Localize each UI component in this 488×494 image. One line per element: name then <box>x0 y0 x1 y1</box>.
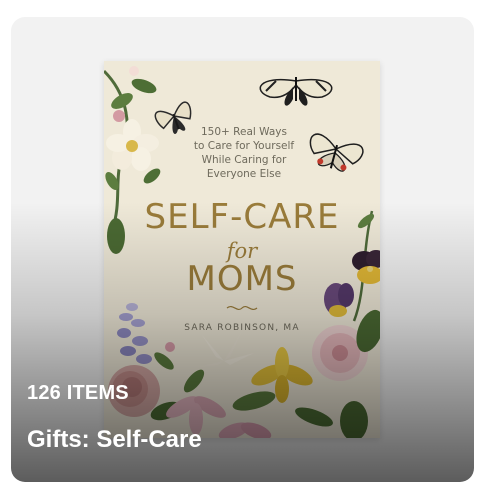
item-count-label: 126 ITEMS <box>27 382 129 404</box>
category-title[interactable]: Gifts: Self-Care <box>27 426 202 454</box>
book-cover-image: 150+ Real Ways to Care for Yourself Whil… <box>104 61 380 438</box>
book-author: SARA ROBINSON, MA <box>184 323 300 333</box>
book-subtitle: 150+ Real Ways to Care for Yourself Whil… <box>193 126 295 180</box>
book-title-self-care: SELF-CARE <box>144 197 340 237</box>
flourish-ornament <box>226 305 258 311</box>
book-title-moms: MOMS <box>186 259 298 299</box>
category-card[interactable]: 150+ Real Ways to Care for Yourself Whil… <box>11 17 474 482</box>
